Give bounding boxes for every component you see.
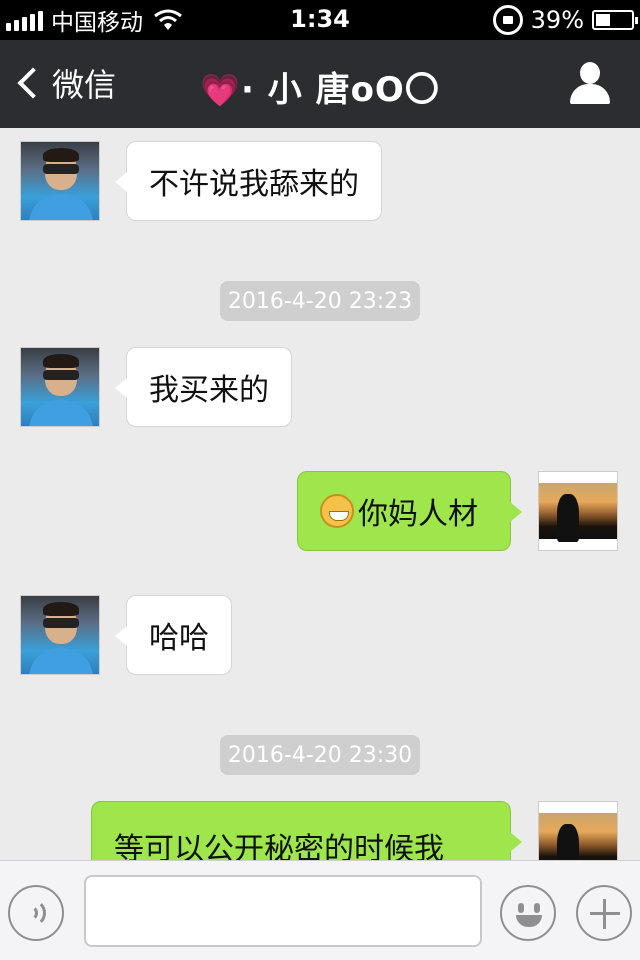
chat-area[interactable]: 不许说我舔来的 2016-4-20 23:23 我买来的 你妈人材 哈哈 201… xyxy=(0,128,640,860)
navigation-bar: 微信 💗· 小 唐oO〇 xyxy=(0,40,640,128)
grin-emoji-icon xyxy=(320,494,354,528)
message-text: 哈哈 xyxy=(149,621,209,656)
message-text: 不许说我舔来的 xyxy=(149,167,359,202)
my-avatar[interactable] xyxy=(538,471,618,551)
my-avatar[interactable] xyxy=(538,801,618,860)
timestamp-text: 2016-4-20 23:23 xyxy=(227,288,413,314)
timestamp: 2016-4-20 23:30 xyxy=(220,735,420,775)
voice-button[interactable] xyxy=(8,885,64,941)
timestamp-text: 2016-4-20 23:30 xyxy=(227,742,413,768)
chat-title: 💗· 小 唐oO〇 xyxy=(0,62,640,111)
battery-percent: 39% xyxy=(530,6,584,34)
message-text: 你妈人材 xyxy=(358,497,478,532)
heart-icon: 💗 xyxy=(200,71,241,109)
message-bubble-in[interactable]: 哈哈 xyxy=(115,595,232,675)
contact-avatar[interactable] xyxy=(20,347,100,427)
message-text: 我买来的 xyxy=(149,373,269,408)
emoji-button[interactable] xyxy=(500,885,556,941)
contact-avatar[interactable] xyxy=(20,141,100,221)
message-text: 等可以公开秘密的时候我 xyxy=(114,832,444,860)
more-button[interactable] xyxy=(576,885,632,941)
status-right: 39% xyxy=(492,5,638,35)
message-bubble-in[interactable]: 不许说我舔来的 xyxy=(115,141,382,221)
input-bar xyxy=(0,860,640,960)
battery-icon xyxy=(592,10,638,30)
message-bubble-in[interactable]: 我买来的 xyxy=(115,347,292,427)
status-bar: 中国移动 1:34 39% xyxy=(0,0,640,40)
message-bubble-out[interactable]: 你妈人材 xyxy=(297,471,522,551)
timestamp: 2016-4-20 23:23 xyxy=(220,281,420,321)
contact-avatar[interactable] xyxy=(20,595,100,675)
message-bubble-out[interactable]: 等可以公开秘密的时候我 xyxy=(91,801,522,860)
rotation-lock-icon xyxy=(492,5,523,35)
chat-title-text: · 小 唐oO〇 xyxy=(240,70,440,110)
user-profile-button[interactable] xyxy=(568,62,612,106)
message-input[interactable] xyxy=(84,875,482,947)
